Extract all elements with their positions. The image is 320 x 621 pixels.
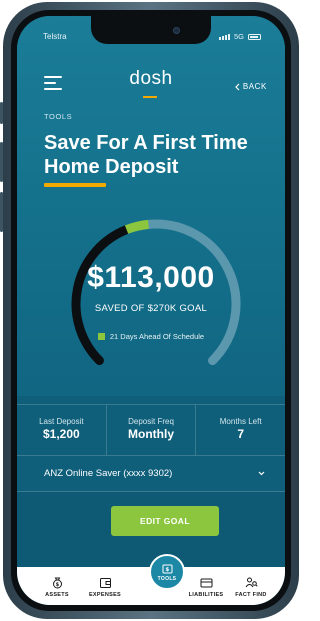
goal-subtitle: SAVED OF $270K GOAL — [94, 303, 208, 314]
legend-square-icon — [97, 333, 105, 340]
carrier-label: Telstra — [43, 32, 67, 41]
stats-row: Last Deposit $1,200 Deposit Freq Monthly… — [17, 404, 285, 456]
side-button — [0, 102, 3, 124]
card-icon — [200, 578, 212, 588]
wallet-icon — [99, 578, 111, 588]
nav-label: FACT FIND — [235, 592, 267, 598]
svg-text:$: $ — [165, 567, 169, 573]
stat-months-left: Months Left 7 — [195, 405, 285, 455]
back-button[interactable]: BACK — [234, 82, 267, 91]
volume-down-button — [0, 192, 3, 232]
nav-label: ASSETS — [45, 592, 69, 598]
app-screen: Telstra 5G dosh BACK TOOLS Save For A Fi… — [17, 16, 285, 605]
stat-value: $1,200 — [42, 427, 80, 441]
section-label: TOOLS — [44, 112, 73, 121]
nav-label: LIABILITIES — [188, 592, 224, 598]
stat-last-deposit: Last Deposit $1,200 — [17, 405, 106, 455]
nav-label: TOOLS — [157, 575, 177, 582]
signal-icon — [218, 33, 230, 40]
saved-amount: $113,000 — [87, 261, 215, 294]
logo-accent — [143, 96, 157, 98]
stat-value: Monthly — [128, 427, 174, 441]
nav-label: EXPENSES — [88, 592, 122, 598]
nav-item-assets[interactable]: $ ASSETS — [31, 576, 83, 598]
schedule-status-label: 21 Days Ahead Of Schedule — [109, 332, 205, 341]
account-selected: ANZ Online Saver (xxxx 9302) — [44, 468, 173, 479]
account-dropdown[interactable]: ANZ Online Saver (xxxx 9302) — [17, 456, 285, 492]
schedule-status: 21 Days Ahead Of Schedule — [17, 332, 285, 341]
stat-value: 7 — [237, 427, 245, 441]
nav-item-expenses[interactable]: EXPENSES — [79, 576, 131, 598]
edit-goal-button[interactable]: EDIT GOAL — [111, 506, 219, 536]
people-search-icon — [245, 577, 258, 588]
money-bag-icon: $ — [52, 577, 62, 589]
battery-icon — [248, 33, 261, 40]
stat-label: Deposit Freq — [128, 417, 174, 426]
nav-item-fact-find[interactable]: FACT FIND — [225, 576, 277, 598]
chevron-left-icon — [234, 83, 240, 90]
volume-up-button — [0, 142, 3, 182]
title-underline — [44, 183, 106, 187]
svg-text:$: $ — [55, 582, 59, 588]
chevron-down-icon — [258, 471, 265, 476]
money-box-icon: $ — [162, 564, 172, 573]
camera-icon — [173, 27, 180, 34]
notch — [91, 16, 211, 44]
stat-label: Months Left — [219, 417, 262, 426]
status-indicators: 5G — [218, 32, 261, 41]
gauge-ahead-arc — [124, 219, 150, 234]
nav-item-tools[interactable]: $ TOOLS — [149, 554, 185, 590]
stat-deposit-freq: Deposit Freq Monthly — [105, 405, 196, 455]
back-label: BACK — [242, 82, 267, 91]
page-title: Save For A First Time Home Deposit — [44, 132, 248, 178]
network-label: 5G — [233, 32, 244, 41]
stat-label: Last Deposit — [39, 417, 84, 426]
